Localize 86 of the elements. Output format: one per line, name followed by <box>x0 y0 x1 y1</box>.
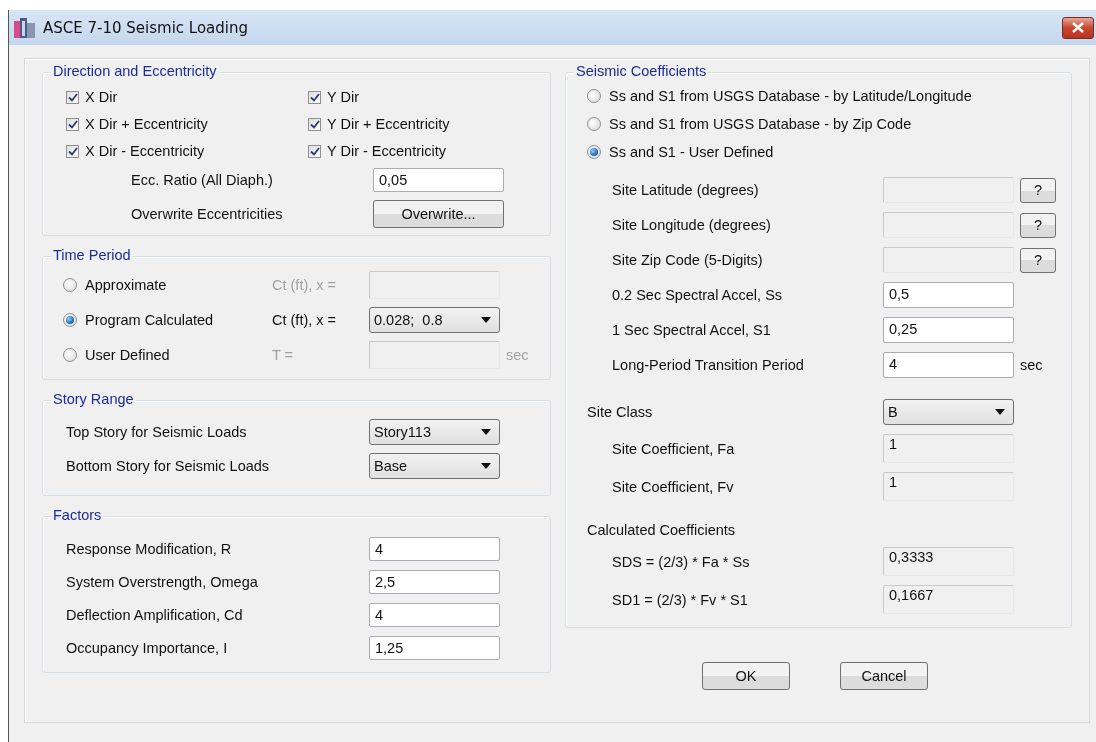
dropdown[interactable]: Story113 <box>369 419 500 445</box>
field-label: Long-Period Transition Period <box>611 357 805 373</box>
group-title: Factors <box>51 507 104 523</box>
field-label: System Overstrength, Omega <box>66 574 259 590</box>
dropdown[interactable]: 0.028; 0.8 <box>369 307 500 333</box>
caret-icon <box>481 463 491 469</box>
checkbox[interactable] <box>66 90 79 104</box>
checkbox-label: X Dir <box>85 89 118 105</box>
radio-label: Ss and S1 - User Defined <box>609 144 774 160</box>
field-label: SD1 = (2/3) * Fv * S1 <box>611 591 749 608</box>
help-button[interactable]: ? <box>1020 247 1056 273</box>
radio-button[interactable] <box>63 313 77 327</box>
checkbox-label: Y Dir <box>327 89 359 105</box>
overwrite-button[interactable]: Overwrite... <box>373 200 504 228</box>
input-field[interactable]: 1,25 <box>369 636 500 660</box>
input-field[interactable]: 0,25 <box>883 317 1014 343</box>
radio-label: User Defined <box>85 347 170 363</box>
dropdown[interactable]: B <box>883 399 1014 425</box>
caret-icon <box>481 429 491 435</box>
input-field[interactable] <box>369 341 500 369</box>
section-label: Calculated Coefficients <box>587 522 737 538</box>
radio-button[interactable] <box>587 145 601 159</box>
field-label: Site Class <box>587 404 654 420</box>
checkbox[interactable] <box>308 144 321 158</box>
close-icon <box>1072 22 1084 33</box>
window-title: ASCE 7-10 Seismic Loading <box>43 18 250 37</box>
help-button[interactable]: ? <box>1020 212 1056 238</box>
readonly-field: 0,1667 <box>883 585 1014 614</box>
radio-label: Program Calculated <box>85 312 214 328</box>
field-label: Top Story for Seismic Loads <box>66 424 248 440</box>
input-field[interactable]: 4 <box>883 352 1014 378</box>
dialog-button[interactable]: OK <box>702 662 790 690</box>
readonly-field: 1 <box>883 434 1014 463</box>
input-field[interactable]: 4 <box>369 603 500 627</box>
unit-label: sec <box>506 347 530 363</box>
radio-button[interactable] <box>63 278 77 292</box>
field-label: Overwrite Eccentricities <box>131 206 284 222</box>
help-button[interactable]: ? <box>1020 177 1056 203</box>
field-label: 1 Sec Spectral Accel, S1 <box>611 322 772 338</box>
checkbox-label: X Dir - Eccentricity <box>85 143 205 159</box>
unit-label: sec <box>1020 357 1044 373</box>
field-label: Ct (ft), x = <box>272 312 338 328</box>
checkbox-label: X Dir + Eccentricity <box>85 116 208 132</box>
field-label: Ct (ft), x = <box>272 277 338 293</box>
field-label: Site Longitude (degrees) <box>611 217 772 233</box>
radio-label: Approximate <box>85 277 167 293</box>
dropdown[interactable]: Base <box>369 453 500 479</box>
group-title: Time Period <box>51 247 133 263</box>
field-label: Ecc. Ratio (All Diaph.) <box>131 172 274 188</box>
readonly-field: 1 <box>883 472 1014 501</box>
group-title: Direction and Eccentricity <box>51 63 219 79</box>
field-label: 0.2 Sec Spectral Accel, Ss <box>611 287 784 303</box>
field-label: Site Coefficient, Fa <box>611 440 736 457</box>
close-button[interactable] <box>1062 16 1094 39</box>
field-label: Response Modification, R <box>66 541 233 557</box>
field-label: Occupancy Importance, I <box>66 640 229 656</box>
checkbox-label: Y Dir - Eccentricity <box>327 143 446 159</box>
field-label: Site Zip Code (5-Digits) <box>611 252 764 268</box>
input-field[interactable]: 0,05 <box>373 168 504 192</box>
field-label: Site Coefficient, Fv <box>611 478 735 495</box>
app-icon <box>13 16 37 39</box>
input-field[interactable]: 2,5 <box>369 570 500 594</box>
field-label: T = <box>272 347 295 363</box>
input-field[interactable] <box>369 271 500 299</box>
checkbox[interactable] <box>308 90 321 104</box>
input-field[interactable]: 4 <box>369 537 500 561</box>
field-label: Bottom Story for Seismic Loads <box>66 458 271 474</box>
radio-button[interactable] <box>587 89 601 103</box>
radio-label: Ss and S1 from USGS Database - by Latitude/Longitude <box>609 88 972 104</box>
radio-button[interactable] <box>587 117 601 131</box>
input-field[interactable]: 0,5 <box>883 282 1014 308</box>
field-label: Site Latitude (degrees) <box>611 182 760 198</box>
checkbox-label: Y Dir + Eccentricity <box>327 116 450 132</box>
radio-button[interactable] <box>63 348 77 362</box>
field-label: SDS = (2/3) * Fa * Ss <box>611 553 751 570</box>
checkbox[interactable] <box>66 144 79 158</box>
checkbox[interactable] <box>66 117 79 131</box>
radio-label: Ss and S1 from USGS Database - by Zip Code <box>609 116 912 132</box>
caret-icon <box>995 409 1005 415</box>
dialog-button[interactable]: Cancel <box>840 662 928 690</box>
field-label: Deflection Amplification, Cd <box>66 607 244 623</box>
readonly-field: 0,3333 <box>883 547 1014 576</box>
checkbox[interactable] <box>308 117 321 131</box>
group-title: Story Range <box>51 391 136 407</box>
group-title: Seismic Coefficients <box>574 63 709 79</box>
caret-icon <box>481 317 491 323</box>
